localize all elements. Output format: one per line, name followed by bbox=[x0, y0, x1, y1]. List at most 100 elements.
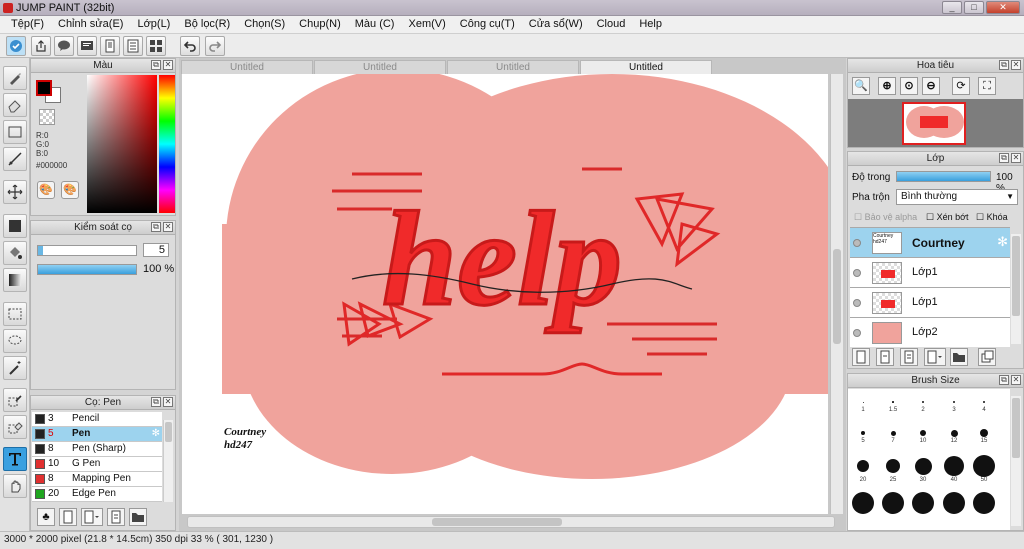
pen-folder-button[interactable] bbox=[129, 508, 147, 526]
brush-size-preset[interactable] bbox=[886, 459, 900, 473]
menu-item[interactable]: Bộ lọc(R) bbox=[177, 16, 237, 33]
zoom-fit-button[interactable]: 🔍 bbox=[852, 77, 870, 95]
navigator-view-rect[interactable] bbox=[902, 102, 966, 145]
eye-icon[interactable] bbox=[853, 269, 861, 277]
brush-size-preset[interactable] bbox=[973, 492, 995, 514]
add-layer-menu-button[interactable] bbox=[924, 348, 946, 366]
brush-size-input[interactable]: 5 bbox=[143, 243, 169, 257]
fill-shape-tool[interactable] bbox=[3, 214, 27, 238]
pen-list-item[interactable]: 8 Pen (Sharp) bbox=[32, 442, 162, 457]
transparent-color-swatch[interactable] bbox=[39, 109, 55, 125]
pen-list-scrollbar[interactable] bbox=[163, 420, 173, 502]
menu-item[interactable]: Help bbox=[632, 16, 669, 33]
brush-size-preset[interactable] bbox=[857, 460, 869, 472]
zoom-actual-button[interactable]: ⊙ bbox=[900, 77, 918, 95]
drawing-canvas[interactable]: help Courtney hd247 bbox=[182, 74, 828, 514]
brush-size-preset[interactable] bbox=[943, 492, 965, 514]
grid-button[interactable] bbox=[146, 36, 166, 56]
menu-item[interactable]: Xem(V) bbox=[401, 16, 452, 33]
lock-checkbox[interactable]: ☐ Khóa bbox=[976, 212, 1008, 223]
pen-list-item[interactable]: 8 Mapping Pen bbox=[32, 472, 162, 487]
panel-float-icon[interactable]: ⧉ bbox=[151, 222, 161, 232]
panel-close-icon[interactable]: ✕ bbox=[1011, 60, 1021, 70]
panel-close-icon[interactable]: ✕ bbox=[163, 60, 173, 70]
comment-button[interactable] bbox=[54, 36, 74, 56]
layer-row[interactable]: Lớp2 bbox=[850, 318, 1010, 347]
menu-item[interactable]: Cửa sổ(W) bbox=[522, 16, 590, 33]
layer-row[interactable]: Lớp1 bbox=[850, 258, 1010, 288]
brush-size-scrollbar[interactable] bbox=[1011, 396, 1021, 526]
panel-close-icon[interactable]: ✕ bbox=[163, 397, 173, 407]
layer-opacity-slider[interactable] bbox=[896, 171, 991, 182]
protect-alpha-checkbox[interactable]: ☐ Bảo vệ alpha bbox=[854, 212, 917, 223]
new-pen-button[interactable] bbox=[59, 508, 77, 526]
rect-select-tool[interactable] bbox=[3, 120, 27, 144]
new-raster-layer-button[interactable] bbox=[876, 348, 894, 366]
text-tool[interactable] bbox=[3, 447, 27, 471]
fullscreen-button[interactable]: ⛶ bbox=[978, 77, 996, 95]
undo-button[interactable] bbox=[180, 36, 200, 56]
brush-size-preset[interactable] bbox=[892, 401, 894, 403]
foreground-color-swatch[interactable] bbox=[36, 80, 52, 96]
canvas-vertical-scrollbar[interactable] bbox=[830, 74, 843, 514]
gear-icon[interactable]: ✻ bbox=[997, 234, 1008, 250]
select-pen-tool[interactable] bbox=[3, 388, 27, 412]
line-tool[interactable] bbox=[3, 147, 27, 171]
pen-list-item[interactable]: 3 Pencil bbox=[32, 412, 162, 427]
brush-tool[interactable] bbox=[3, 66, 27, 90]
move-tool[interactable] bbox=[3, 180, 27, 204]
panel-float-icon[interactable]: ⧉ bbox=[151, 397, 161, 407]
gradient-tool[interactable] bbox=[3, 268, 27, 292]
eye-icon[interactable] bbox=[853, 299, 861, 307]
gear-icon[interactable]: ✻ bbox=[152, 427, 160, 441]
brush-size-preset[interactable] bbox=[952, 400, 956, 404]
lasso-tool[interactable] bbox=[3, 329, 27, 353]
document-tab[interactable]: Untitled bbox=[447, 60, 579, 74]
brush-size-preset[interactable] bbox=[862, 401, 864, 403]
brush-size-preset[interactable] bbox=[944, 456, 964, 476]
pen-list-item[interactable]: 10 G Pen bbox=[32, 457, 162, 472]
brush-size-preset[interactable] bbox=[914, 457, 932, 475]
menu-item[interactable]: Chỉnh sửa(E) bbox=[51, 16, 130, 33]
document-tab[interactable]: Untitled bbox=[580, 60, 712, 74]
hue-slider[interactable] bbox=[159, 75, 175, 213]
menu-item[interactable]: Công cụ(T) bbox=[453, 16, 522, 33]
rotate-button[interactable]: ⟳ bbox=[952, 77, 970, 95]
brush-size-preset[interactable] bbox=[920, 430, 926, 436]
message-button[interactable] bbox=[77, 36, 97, 56]
palette-edit-button[interactable]: 🎨 bbox=[61, 181, 79, 199]
maximize-button[interactable]: □ bbox=[964, 1, 984, 14]
pen-settings-button[interactable]: ♣ bbox=[37, 508, 55, 526]
brush-size-slider[interactable] bbox=[37, 245, 137, 256]
panel-float-icon[interactable]: ⧉ bbox=[999, 153, 1009, 163]
bucket-tool[interactable] bbox=[3, 241, 27, 265]
cloud-sync-button[interactable] bbox=[6, 36, 26, 56]
brush-size-preset[interactable] bbox=[861, 431, 865, 435]
zoom-in-button[interactable]: ⊕ bbox=[878, 77, 896, 95]
brush-size-preset[interactable] bbox=[890, 430, 896, 436]
document-tab[interactable]: Untitled bbox=[181, 60, 313, 74]
eye-icon[interactable] bbox=[853, 239, 861, 247]
layer-row[interactable]: Courtney hd247 Courtney ✻ bbox=[850, 228, 1010, 258]
brush-opacity-slider[interactable] bbox=[37, 264, 137, 275]
zoom-out-button[interactable]: ⊖ bbox=[922, 77, 940, 95]
new-layer-button[interactable] bbox=[852, 348, 870, 366]
menu-item[interactable]: Màu (C) bbox=[348, 16, 402, 33]
brush-size-preset[interactable] bbox=[922, 401, 924, 403]
panel-float-icon[interactable]: ⧉ bbox=[999, 375, 1009, 385]
saturation-value-picker[interactable] bbox=[87, 75, 157, 213]
menu-item[interactable]: Chụp(N) bbox=[292, 16, 348, 33]
close-button[interactable]: ✕ bbox=[986, 1, 1020, 14]
layer-row[interactable]: Lớp1 bbox=[850, 288, 1010, 318]
layer-list-scrollbar[interactable] bbox=[1011, 234, 1021, 344]
panel-close-icon[interactable]: ✕ bbox=[1011, 153, 1021, 163]
document-button[interactable] bbox=[100, 36, 120, 56]
layer-merge-button[interactable] bbox=[978, 348, 996, 366]
menu-item[interactable]: Tệp(F) bbox=[4, 16, 51, 33]
canvas-horizontal-scrollbar[interactable] bbox=[187, 516, 835, 528]
pen-list-item[interactable]: 20 Edge Pen bbox=[32, 487, 162, 502]
brush-size-preset[interactable] bbox=[882, 492, 904, 514]
panel-close-icon[interactable]: ✕ bbox=[1011, 375, 1021, 385]
magic-wand-tool[interactable] bbox=[3, 356, 27, 380]
brush-size-preset[interactable] bbox=[852, 492, 874, 514]
